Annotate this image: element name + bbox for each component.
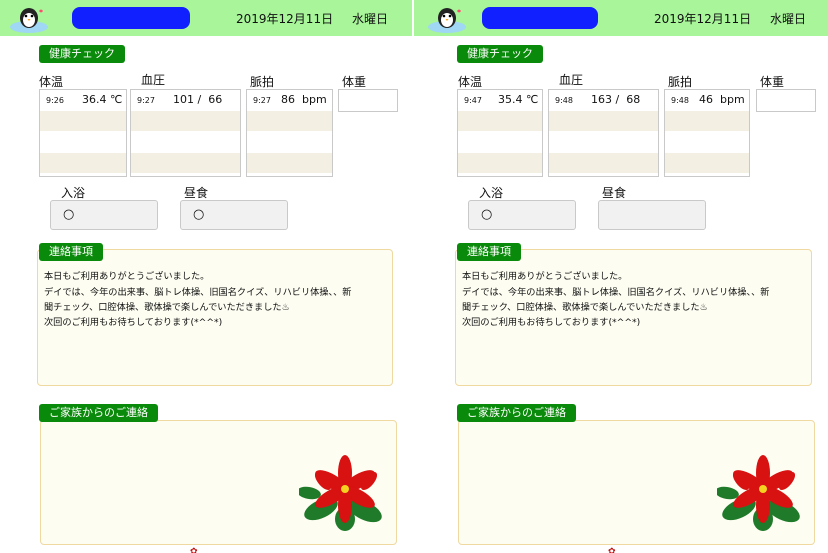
lunch-value: ○ [193, 207, 205, 222]
bath-check[interactable]: ○ [468, 200, 576, 230]
header-date: 2019年12月11日 [236, 12, 334, 26]
weight-title: 体重 [342, 75, 367, 89]
pulse-title: 脈拍 [250, 75, 275, 89]
pulse-row-empty [665, 132, 749, 153]
pulse-row: 9:27 86 bpm [247, 90, 332, 111]
record-panel-right: 2019年12月11日 水曜日 健康チェック 体温 9:47 35.4 ℃ 血圧… [414, 0, 828, 553]
pulse-value: 46 bpm [699, 93, 745, 106]
header-weekday: 水曜日 [770, 12, 807, 26]
notes-label: 連絡事項 [39, 243, 103, 261]
flower-mark-icon: ✿ [608, 547, 616, 553]
pulse-row-empty [247, 111, 332, 132]
bp-box[interactable]: 9:48 163 / 68 [548, 89, 659, 177]
bp-row-empty [131, 132, 240, 153]
penguin-hot-spring-icon [10, 8, 48, 33]
family-message-box[interactable] [458, 420, 815, 545]
lunch-title: 昼食 [184, 186, 209, 200]
bp-time: 9:48 [555, 96, 573, 105]
temp-time: 9:26 [46, 96, 64, 105]
temp-row-empty [458, 153, 542, 174]
pulse-time: 9:48 [671, 96, 689, 105]
temp-row-empty [40, 111, 126, 132]
pulse-row-empty [247, 132, 332, 153]
penguin-hot-spring-icon [428, 8, 466, 33]
bp-box[interactable]: 9:27 101 / 66 [130, 89, 241, 177]
bp-row-empty [549, 111, 658, 132]
bp-title: 血圧 [141, 73, 166, 87]
temp-value: 36.4 ℃ [82, 93, 123, 106]
redacted-name [482, 7, 598, 29]
bath-value: ○ [63, 207, 75, 222]
bp-row: 9:27 101 / 66 [131, 90, 240, 111]
header-date: 2019年12月11日 [654, 12, 752, 26]
bp-value: 163 / 68 [591, 93, 641, 106]
bath-title: 入浴 [479, 186, 504, 200]
temp-title: 体温 [458, 75, 483, 89]
header-bar: 2019年12月11日 水曜日 [414, 0, 828, 36]
notes-box: 本日もご利用ありがとうございました。 デイでは、今年の出来事、脳トレ体操、旧国名… [455, 249, 812, 386]
temp-row: 9:26 36.4 ℃ [40, 90, 126, 111]
temp-row-empty [40, 153, 126, 174]
header-weekday: 水曜日 [352, 12, 389, 26]
notes-line: 次回のご利用もお待ちしております(*^^*) [462, 317, 641, 328]
health-check-label: 健康チェック [457, 45, 543, 63]
family-label: ご家族からのご連絡 [39, 404, 158, 422]
notes-line: 次回のご利用もお待ちしております(*^^*) [44, 317, 223, 328]
pulse-title: 脈拍 [668, 75, 693, 89]
notes-line: 本日もご利用ありがとうございました。 [44, 271, 210, 282]
notes-line: デイでは、今年の出来事、脳トレ体操、旧国名クイズ、リハビリ体操、、新 [44, 287, 352, 298]
bp-row-empty [549, 132, 658, 153]
notes-line: 本日もご利用ありがとうございました。 [462, 271, 628, 282]
redacted-name [72, 7, 190, 29]
temp-row-empty [40, 132, 126, 153]
temp-row-empty [458, 111, 542, 132]
pulse-row-empty [665, 111, 749, 132]
notes-line: 聞チェック、口腔体操、歌体操で楽しんでいただきました♨ [44, 302, 290, 313]
poinsettia-icon [299, 455, 382, 531]
lunch-check[interactable] [598, 200, 706, 230]
pulse-row: 9:48 46 bpm [665, 90, 749, 111]
bath-title: 入浴 [61, 186, 86, 200]
notes-line: 聞チェック、口腔体操、歌体操で楽しんでいただきました♨ [462, 302, 708, 313]
notes-box: 本日もご利用ありがとうございました。 デイでは、今年の出来事、脳トレ体操、旧国名… [37, 249, 393, 386]
weight-title: 体重 [760, 75, 785, 89]
bp-value: 101 / 66 [173, 93, 223, 106]
weight-input[interactable] [338, 89, 398, 112]
notes-label: 連絡事項 [457, 243, 521, 261]
notes-line: デイでは、今年の出来事、脳トレ体操、旧国名クイズ、リハビリ体操、、新 [462, 287, 770, 298]
bp-row-empty [131, 111, 240, 132]
family-label: ご家族からのご連絡 [457, 404, 576, 422]
bp-title: 血圧 [559, 73, 584, 87]
pulse-row-empty [665, 153, 749, 174]
temp-value: 35.4 ℃ [498, 93, 539, 106]
bath-check[interactable]: ○ [50, 200, 158, 230]
pulse-box[interactable]: 9:27 86 bpm [246, 89, 333, 177]
bp-time: 9:27 [137, 96, 155, 105]
pulse-row-empty [247, 153, 332, 174]
header-bar: 2019年12月11日 水曜日 [0, 0, 414, 36]
weight-input[interactable] [756, 89, 816, 112]
pulse-value: 86 bpm [281, 93, 327, 106]
bath-value: ○ [481, 207, 493, 222]
lunch-check[interactable]: ○ [180, 200, 288, 230]
pulse-box[interactable]: 9:48 46 bpm [664, 89, 750, 177]
temp-box[interactable]: 9:26 36.4 ℃ [39, 89, 127, 177]
temp-row: 9:47 35.4 ℃ [458, 90, 542, 111]
bp-row-empty [131, 153, 240, 174]
temp-time: 9:47 [464, 96, 482, 105]
health-check-label: 健康チェック [39, 45, 125, 63]
temp-title: 体温 [39, 75, 64, 89]
bp-row: 9:48 163 / 68 [549, 90, 658, 111]
temp-row-empty [458, 132, 542, 153]
record-panel-left: 2019年12月11日 水曜日 健康チェック 体温 9:26 36.4 ℃ 血圧… [0, 0, 414, 553]
flower-mark-icon: ✿ [190, 547, 198, 553]
bp-row-empty [549, 153, 658, 174]
family-message-box[interactable] [40, 420, 397, 545]
pulse-time: 9:27 [253, 96, 271, 105]
poinsettia-icon [717, 455, 800, 531]
temp-box[interactable]: 9:47 35.4 ℃ [457, 89, 543, 177]
lunch-title: 昼食 [602, 186, 627, 200]
